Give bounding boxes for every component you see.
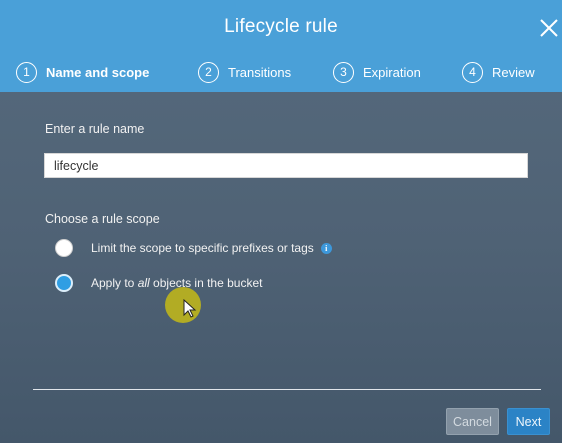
step-number: 2	[198, 61, 219, 83]
radio-button-selected[interactable]	[55, 274, 73, 292]
step-label: Review	[492, 64, 535, 80]
close-icon	[540, 19, 558, 37]
dialog-header: Lifecycle rule 1 Name and scope 2 Transi…	[0, 0, 562, 92]
next-button[interactable]: Next	[507, 408, 550, 435]
rule-name-label: Enter a rule name	[45, 122, 145, 136]
step-transitions[interactable]: 2 Transitions	[198, 60, 291, 84]
radio-button[interactable]	[55, 239, 73, 257]
scope-option-all-objects[interactable]: Apply to all objects in the bucket	[55, 274, 262, 292]
scope-option-label: Limit the scope to specific prefixes or …	[91, 241, 314, 255]
step-expiration[interactable]: 3 Expiration	[333, 60, 421, 84]
close-button[interactable]	[538, 17, 560, 39]
step-label: Name and scope	[46, 64, 150, 80]
step-number: 1	[16, 61, 37, 83]
step-label: Expiration	[363, 64, 421, 80]
step-label: Transitions	[228, 64, 292, 80]
step-review[interactable]: 4 Review	[462, 60, 535, 84]
scope-option-prefixes-tags[interactable]: Limit the scope to specific prefixes or …	[55, 239, 332, 257]
scope-option-text-before: Apply to	[91, 276, 138, 290]
step-number: 3	[333, 61, 354, 83]
rule-name-input[interactable]	[44, 153, 528, 178]
step-number: 4	[462, 61, 483, 83]
mouse-cursor-icon	[183, 299, 197, 318]
lifecycle-rule-dialog: Lifecycle rule 1 Name and scope 2 Transi…	[0, 0, 562, 443]
step-name-and-scope[interactable]: 1 Name and scope	[16, 60, 149, 84]
scope-option-text-em: all	[137, 276, 150, 290]
dialog-title: Lifecycle rule	[224, 16, 338, 37]
scope-option-text-after: objects in the bucket	[149, 276, 263, 290]
rule-scope-label: Choose a rule scope	[45, 212, 160, 226]
cancel-button[interactable]: Cancel	[446, 408, 499, 435]
footer-divider	[33, 389, 541, 390]
info-icon[interactable]: i	[320, 242, 332, 254]
